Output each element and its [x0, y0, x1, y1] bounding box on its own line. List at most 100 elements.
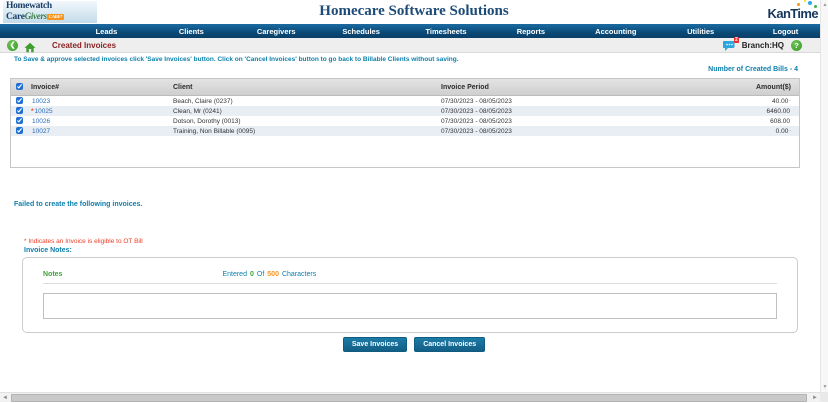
col-period-header: Invoice Period — [441, 84, 679, 91]
ot-bill-note: * Indicates an Invoice is eligible to OT… — [24, 238, 143, 245]
period-cell: 07/30/2023 - 08/05/2023 — [441, 118, 679, 125]
nav-caregivers[interactable]: Caregivers — [234, 27, 319, 36]
client-cell: Training, Non Billable (0095) — [173, 128, 441, 135]
amount-cell: 608.00 — [679, 118, 799, 125]
invoice-link[interactable]: 10023 — [32, 98, 50, 105]
kantime-dot-blue — [808, 1, 812, 5]
select-all-checkbox[interactable] — [16, 83, 23, 90]
nav-leads[interactable]: Leads — [64, 27, 149, 36]
amount-flag: - — [789, 98, 791, 104]
amount-value: 0.00 — [776, 128, 789, 135]
nav-schedules[interactable]: Schedules — [319, 27, 404, 36]
invoice-cell: 10027 — [31, 128, 173, 135]
entered-label: Entered — [222, 271, 247, 278]
characters-label: Characters — [282, 271, 316, 278]
failed-invoices-text: Failed to create the following invoices. — [14, 201, 142, 208]
amount-cell: 6460.00 — [679, 108, 799, 115]
instructions-text: To Save & approve selected invoices clic… — [14, 56, 459, 63]
scrollbar-corner — [820, 392, 828, 402]
table-row: *10025 Clean, Mr (0241) 07/30/2023 - 08/… — [11, 106, 799, 116]
notes-header: Notes Entered 0 Of 500 Characters — [43, 271, 777, 284]
cancel-invoices-button[interactable]: Cancel Invoices — [414, 337, 485, 352]
period-cell: 07/30/2023 - 08/05/2023 — [441, 108, 679, 115]
home-button[interactable] — [24, 40, 36, 51]
kantime-dot-orange — [797, 3, 800, 6]
row-checkbox[interactable] — [16, 97, 23, 104]
nav-utilities[interactable]: Utilities — [658, 27, 743, 36]
row-checkbox[interactable] — [16, 117, 23, 124]
amount-cell: 40.00- — [679, 98, 799, 105]
chat-button[interactable]: 2 — [723, 39, 739, 51]
max-characters: 500 — [267, 271, 279, 278]
horizontal-scrollbar-thumb[interactable] — [11, 394, 807, 402]
entered-count: 0 — [250, 271, 254, 278]
table-row: 10023 Beach, Claire (0237) 07/30/2023 - … — [11, 96, 799, 106]
action-buttons: Save Invoices Cancel Invoices — [0, 337, 828, 352]
row-check-cell — [11, 117, 31, 126]
kantime-dot-yellow — [804, 0, 806, 2]
main-navbar: Leads Clients Caregivers Schedules Times… — [0, 24, 828, 38]
table-header-row: Invoice# Client Invoice Period Amount($) — [11, 79, 799, 96]
table-row: 10027 Training, Non Billable (0095) 07/3… — [11, 126, 799, 136]
created-invoices-table: Invoice# Client Invoice Period Amount($)… — [10, 78, 800, 168]
page-toolbar: ❮ Created Invoices 2 Branch:HQ ? — [0, 38, 828, 53]
client-cell: Clean, Mr (0241) — [173, 108, 441, 115]
col-amount-header: Amount($) — [679, 84, 799, 91]
home-icon — [24, 42, 36, 53]
invoice-notes-panel: Notes Entered 0 Of 500 Characters — [22, 257, 798, 333]
nav-timesheets[interactable]: Timesheets — [404, 27, 489, 36]
invoice-cell: 10026 — [31, 118, 173, 125]
period-cell: 07/30/2023 - 08/05/2023 — [441, 98, 679, 105]
invoice-cell: *10025 — [31, 108, 173, 115]
app-title: Homecare Software Solutions — [0, 3, 828, 20]
amount-cell: 0.00- — [679, 128, 799, 135]
of-label: Of — [257, 271, 264, 278]
notes-label: Notes — [43, 271, 62, 278]
invoice-link[interactable]: 10026 — [32, 118, 50, 125]
amount-value: 40.00 — [772, 98, 788, 105]
nav-logout[interactable]: Logout — [743, 27, 828, 36]
amount-flag: - — [789, 128, 791, 134]
kantime-logo: KanTime — [768, 6, 818, 21]
client-cell: Dotson, Dorothy (0013) — [173, 118, 441, 125]
back-button[interactable]: ❮ — [7, 40, 18, 51]
toolbar-right: 2 Branch:HQ ? — [723, 39, 802, 51]
invoice-link[interactable]: 10025 — [35, 108, 53, 115]
vertical-scrollbar[interactable]: ▲ ▼ — [820, 0, 828, 402]
kantime-text: KanTime — [768, 6, 818, 21]
table-row: 10026 Dotson, Dorothy (0013) 07/30/2023 … — [11, 116, 799, 126]
horizontal-scrollbar[interactable]: ◄ ► — [0, 392, 820, 402]
invoice-notes-label: Invoice Notes: — [24, 247, 72, 254]
row-checkbox[interactable] — [16, 127, 23, 134]
period-cell: 07/30/2023 - 08/05/2023 — [441, 128, 679, 135]
scroll-down-arrow-icon[interactable]: ▼ — [821, 383, 828, 391]
invoice-cell: 10023 — [31, 98, 173, 105]
nav-clients[interactable]: Clients — [149, 27, 234, 36]
row-check-cell — [11, 107, 31, 116]
branch-label: Branch:HQ — [742, 41, 784, 50]
notes-input[interactable] — [43, 293, 777, 319]
nav-accounting[interactable]: Accounting — [573, 27, 658, 36]
chat-badge: 2 — [734, 37, 739, 43]
nav-reports[interactable]: Reports — [488, 27, 573, 36]
col-client-header: Client — [173, 84, 441, 91]
row-check-cell — [11, 127, 31, 136]
col-invoice-header: Invoice# — [31, 84, 173, 91]
back-icon: ❮ — [10, 42, 16, 49]
row-check-cell — [11, 97, 31, 106]
character-counter: Entered 0 Of 500 Characters — [222, 271, 316, 278]
invoice-link[interactable]: 10027 — [32, 128, 50, 135]
scroll-up-arrow-icon[interactable]: ▲ — [821, 1, 828, 9]
client-cell: Beach, Claire (0237) — [173, 98, 441, 105]
page-title: Created Invoices — [52, 41, 116, 50]
top-header: Homewatch CareGiversCARE* Homecare Softw… — [0, 0, 828, 24]
save-invoices-button[interactable]: Save Invoices — [343, 337, 407, 352]
ot-marker: * — [31, 108, 34, 115]
kantime-dot-green — [814, 5, 817, 8]
created-bills-count: Number of Created Bills - 4 — [708, 66, 798, 73]
amount-value: 608.00 — [770, 118, 790, 125]
help-button[interactable]: ? — [791, 40, 802, 51]
help-icon: ? — [794, 41, 799, 50]
header-check-cell — [11, 83, 31, 92]
row-checkbox[interactable] — [16, 107, 23, 114]
